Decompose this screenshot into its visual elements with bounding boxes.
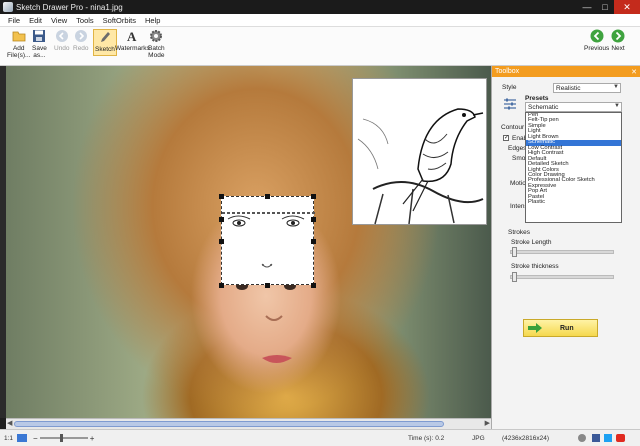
enable-checkbox[interactable]: ✓ [503,135,509,141]
stroke-thickness-knob[interactable] [512,272,517,282]
image-canvas[interactable] [0,66,491,418]
folder-icon [12,31,26,42]
scroll-left-arrow[interactable]: ◀ [7,419,12,427]
selection-handle-right[interactable] [311,239,316,244]
stroke-thickness-slider[interactable] [510,272,614,282]
svg-text:A: A [127,29,137,43]
zoom-slider-knob[interactable] [59,434,63,442]
maximize-button[interactable]: □ [596,0,614,14]
processing-time: Time (s): 0.2 [408,434,445,442]
presets-dropdown[interactable]: Schematic ▼ [525,102,622,112]
selection-handle-left-upper[interactable] [219,217,224,222]
selection-handle-bottom[interactable] [265,283,270,288]
presets-sliders-icon [504,98,516,110]
ribbon-toolbar: Add File(s)... Save as... Undo Redo Sket… [0,27,640,66]
sketch-button[interactable]: Sketch [93,29,117,56]
twitter-icon[interactable] [604,434,612,442]
pencil-icon [100,32,110,42]
minimize-button[interactable]: — [578,0,596,14]
chevron-down-icon: ▼ [614,103,620,109]
redo-button[interactable]: Redo [73,29,89,52]
selection-handle-bottom-right[interactable] [311,283,316,288]
facebook-icon[interactable] [592,434,600,442]
add-files-button[interactable]: Add File(s)... [7,29,30,59]
selection-handle-bottom-left[interactable] [219,283,224,288]
stroke-length-slider[interactable] [510,247,614,257]
toolbox-header: Toolbox ✕ [492,66,640,77]
fit-screen-icon[interactable] [17,434,28,442]
scrollbar-thumb[interactable] [14,421,444,427]
selection-handle-right-upper[interactable] [311,217,316,222]
edges-label: Edges [508,145,527,152]
watermarks-button[interactable]: A Watermarks [115,29,150,52]
selection-handle-top-right[interactable] [311,194,316,199]
menu-file[interactable]: File [8,16,20,25]
run-button[interactable]: Run [523,319,598,337]
zoom-ratio[interactable]: 1:1 [4,435,13,442]
sketch-selection-area[interactable] [221,196,315,285]
zoom-in-icon[interactable]: + [90,434,95,443]
presets-label: Presets [525,95,549,102]
gear-icon [150,30,163,42]
image-dimensions: (4236x2816x24) [502,434,549,442]
batch-mode-button[interactable]: Batch Mode [148,29,165,59]
scroll-right-arrow[interactable]: ▶ [485,419,490,427]
selection-sketch-preview [222,212,315,227]
status-bar: 1:1 − + Time (s): 0.2 JPG (4236x2816x24) [0,429,640,446]
menu-view[interactable]: View [51,16,67,25]
menu-edit[interactable]: Edit [29,16,42,25]
selection-handle-top[interactable] [265,194,270,199]
zoom-slider[interactable] [39,434,88,442]
stroke-length-label: Stroke Length [511,239,552,246]
menu-help[interactable]: Help [145,16,160,25]
preset-option[interactable]: Plastic [526,199,621,205]
motion-label: Motio [510,180,526,187]
undo-icon [55,30,68,42]
watermark-text-icon: A [127,29,137,43]
youtube-icon[interactable] [616,434,625,442]
zoom-out-icon[interactable]: − [33,434,38,443]
redo-icon [74,30,87,42]
stroke-length-knob[interactable] [512,247,517,257]
title-bar: Sketch Drawer Pro - nina1.jpg — □ ✕ [0,0,640,14]
menu-softorbits[interactable]: SoftOrbits [103,16,136,25]
style-label: Style [502,84,517,91]
preset-preview-image [352,78,487,225]
menu-bar: File Edit View Tools SoftOrbits Help [0,14,640,27]
selection-handle-left[interactable] [219,239,224,244]
save-as-button[interactable]: Save as... [32,29,47,59]
save-icon [33,30,46,42]
arrow-left-icon [590,29,604,43]
chevron-down-icon: ▼ [613,84,619,90]
close-button[interactable]: ✕ [614,0,640,14]
horizontal-scrollbar[interactable]: ◀ ▶ [6,418,491,429]
image-format: JPG [472,434,485,442]
style-dropdown[interactable]: Realistic ▼ [553,83,621,93]
app-icon [3,2,13,12]
previous-button[interactable]: Previous [584,29,609,52]
run-arrow-icon [528,323,542,333]
toolbox-close-icon[interactable]: ✕ [631,68,637,76]
info-icon[interactable] [578,434,586,442]
menu-tools[interactable]: Tools [76,16,94,25]
undo-button[interactable]: Undo [54,29,70,52]
presets-dropdown-list[interactable]: Pen Felt-Tip pen Simple Light Light Brown Sch… [525,112,622,223]
tab-contour[interactable]: Contour [501,124,524,131]
selection-handle-top-left[interactable] [219,194,224,199]
selection-nose-sketch [261,263,273,268]
window-title: Sketch Drawer Pro - nina1.jpg [16,2,123,12]
stroke-thickness-label: Stroke thickness [511,263,559,270]
next-button[interactable]: Next [611,29,625,52]
strokes-label: Strokes [508,229,531,236]
arrow-right-icon [611,29,625,43]
